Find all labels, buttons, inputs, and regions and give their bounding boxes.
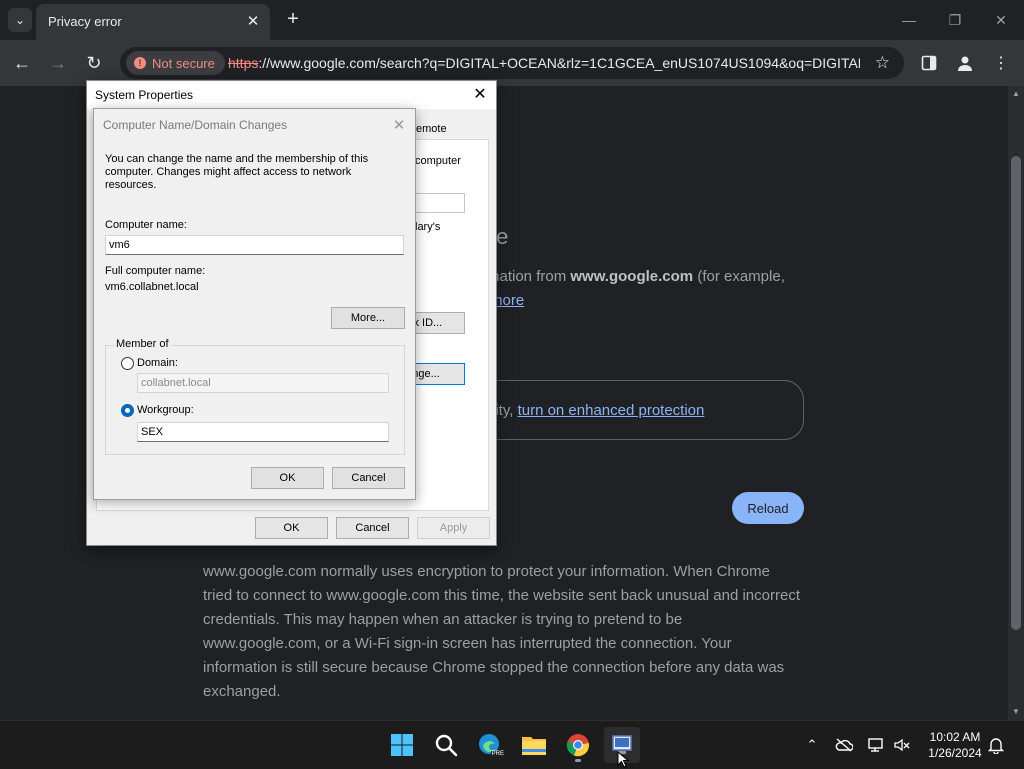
start-windows-icon[interactable] (384, 727, 420, 763)
scroll-down-icon[interactable]: ▼ (1008, 704, 1024, 718)
tab-search-chevron-icon[interactable]: ⌄ (8, 8, 32, 32)
domain-input[interactable]: collabnet.local (137, 373, 389, 393)
full-computer-name-value: vm6.collabnet.local (105, 281, 199, 293)
computer-name-close-icon[interactable]: ✕ (389, 115, 409, 135)
computer-name-titlebar[interactable]: Computer Name/Domain Changes ✕ (94, 109, 415, 141)
browser-titlebar: ⌄ Privacy error ✕ + — ❐ ✕ (0, 0, 1024, 40)
system-properties-titlebar[interactable]: System Properties ✕ (87, 81, 496, 109)
url-text[interactable]: https://www.google.com/search?q=DIGITAL+… (228, 55, 860, 71)
bookmark-star-icon[interactable]: ☆ (875, 53, 890, 73)
computer-name-input[interactable]: vm6 (105, 235, 404, 255)
menu-kebab-icon[interactable]: ⋮ (990, 52, 1012, 74)
full-computer-name-label: Full computer name: (105, 265, 206, 277)
back-arrow-icon[interactable]: ← (10, 51, 34, 75)
taskbar: PRE ⌃ 10:02 AM 1/26/2024 (0, 720, 1024, 769)
search-icon[interactable] (428, 727, 464, 763)
notification-bell-icon[interactable] (986, 735, 1006, 755)
onedrive-cloud-icon[interactable] (834, 735, 854, 755)
scroll-thumb[interactable] (1011, 156, 1021, 630)
window-close-icon[interactable]: ✕ (986, 8, 1016, 32)
restore-icon[interactable]: ❐ (940, 8, 970, 32)
tab-title: Privacy error (48, 14, 122, 29)
computer-name-cancel-button[interactable]: Cancel (332, 467, 405, 489)
error-details-text: www.google.com normally uses encryption … (203, 563, 800, 700)
chrome-running-indicator (575, 759, 581, 762)
security-chip[interactable]: ! Not secure (126, 51, 225, 75)
clock-date: 1/26/2024 (928, 746, 982, 760)
url-rest: ://www.google.com/search?q=DIGITAL+OCEAN… (258, 55, 860, 71)
security-chip-label: Not secure (152, 55, 215, 71)
more-button[interactable]: More... (331, 307, 405, 329)
new-tab-plus-icon[interactable]: + (282, 8, 304, 30)
system-properties-ok-button[interactable]: OK (255, 517, 328, 539)
tab-remote[interactable]: emote (416, 123, 447, 135)
example-text: lary's (415, 221, 441, 233)
reload-button[interactable]: Reload (732, 492, 804, 524)
minimize-icon[interactable]: — (894, 8, 924, 32)
network-icon[interactable] (866, 735, 886, 755)
warning-icon: ! (134, 57, 146, 69)
chrome-icon[interactable] (560, 727, 596, 763)
enhanced-protection-text: urity, turn on enhanced protection (482, 402, 705, 419)
volume-muted-icon[interactable] (892, 735, 912, 755)
system-properties-apply-button[interactable]: Apply (417, 517, 490, 539)
workgroup-radio[interactable] (121, 404, 134, 417)
url-scheme: https (228, 55, 259, 71)
domain-label: Domain: (137, 357, 178, 369)
domain-radio[interactable] (121, 357, 134, 370)
computer-name-ok-button[interactable]: OK (251, 467, 324, 489)
computer-name-dialog-title: Computer Name/Domain Changes (103, 118, 288, 132)
tab-close-icon[interactable]: ✕ (244, 12, 262, 30)
computer-name-label: Computer name: (105, 219, 187, 231)
side-panel-icon[interactable] (918, 52, 940, 74)
computer-name-description: You can change the name and the membersh… (105, 153, 369, 191)
show-hidden-icons-chevron-icon[interactable]: ⌃ (802, 735, 822, 755)
edge-preview-badge: PRE (490, 751, 505, 757)
enhanced-protection-link[interactable]: turn on enhanced protection (518, 402, 705, 419)
system-properties-title: System Properties (95, 88, 194, 102)
workgroup-label: Workgroup: (137, 404, 194, 416)
edge-preview-icon[interactable]: PRE (472, 727, 508, 763)
address-bar[interactable]: ! Not secure https://www.google.com/sear… (120, 47, 904, 79)
profile-icon[interactable] (954, 52, 976, 74)
clock[interactable]: 10:02 AM 1/26/2024 (920, 729, 990, 761)
domain-text: www.google.com (570, 268, 694, 285)
clock-time: 10:02 AM (929, 730, 981, 744)
workgroup-input[interactable]: SEX (137, 422, 389, 442)
computer-description-label: computer (415, 155, 461, 167)
mouse-cursor-icon (617, 751, 630, 768)
system-properties-close-icon[interactable]: ✕ (470, 84, 490, 104)
computer-name-dialog: Computer Name/Domain Changes ✕ You can c… (93, 108, 416, 500)
page-intro-text: mation from www.google.com (for example, (487, 268, 785, 285)
tab-privacy-error[interactable]: Privacy error ✕ (36, 4, 270, 40)
member-of-label: Member of (114, 338, 171, 350)
system-properties-cancel-button[interactable]: Cancel (336, 517, 409, 539)
scroll-up-icon[interactable]: ▲ (1008, 86, 1024, 100)
reload-icon[interactable]: ↻ (82, 51, 106, 75)
page-scrollbar[interactable]: ▲ ▼ (1008, 86, 1024, 720)
file-explorer-icon[interactable] (516, 727, 552, 763)
forward-arrow-icon[interactable]: → (46, 51, 70, 75)
